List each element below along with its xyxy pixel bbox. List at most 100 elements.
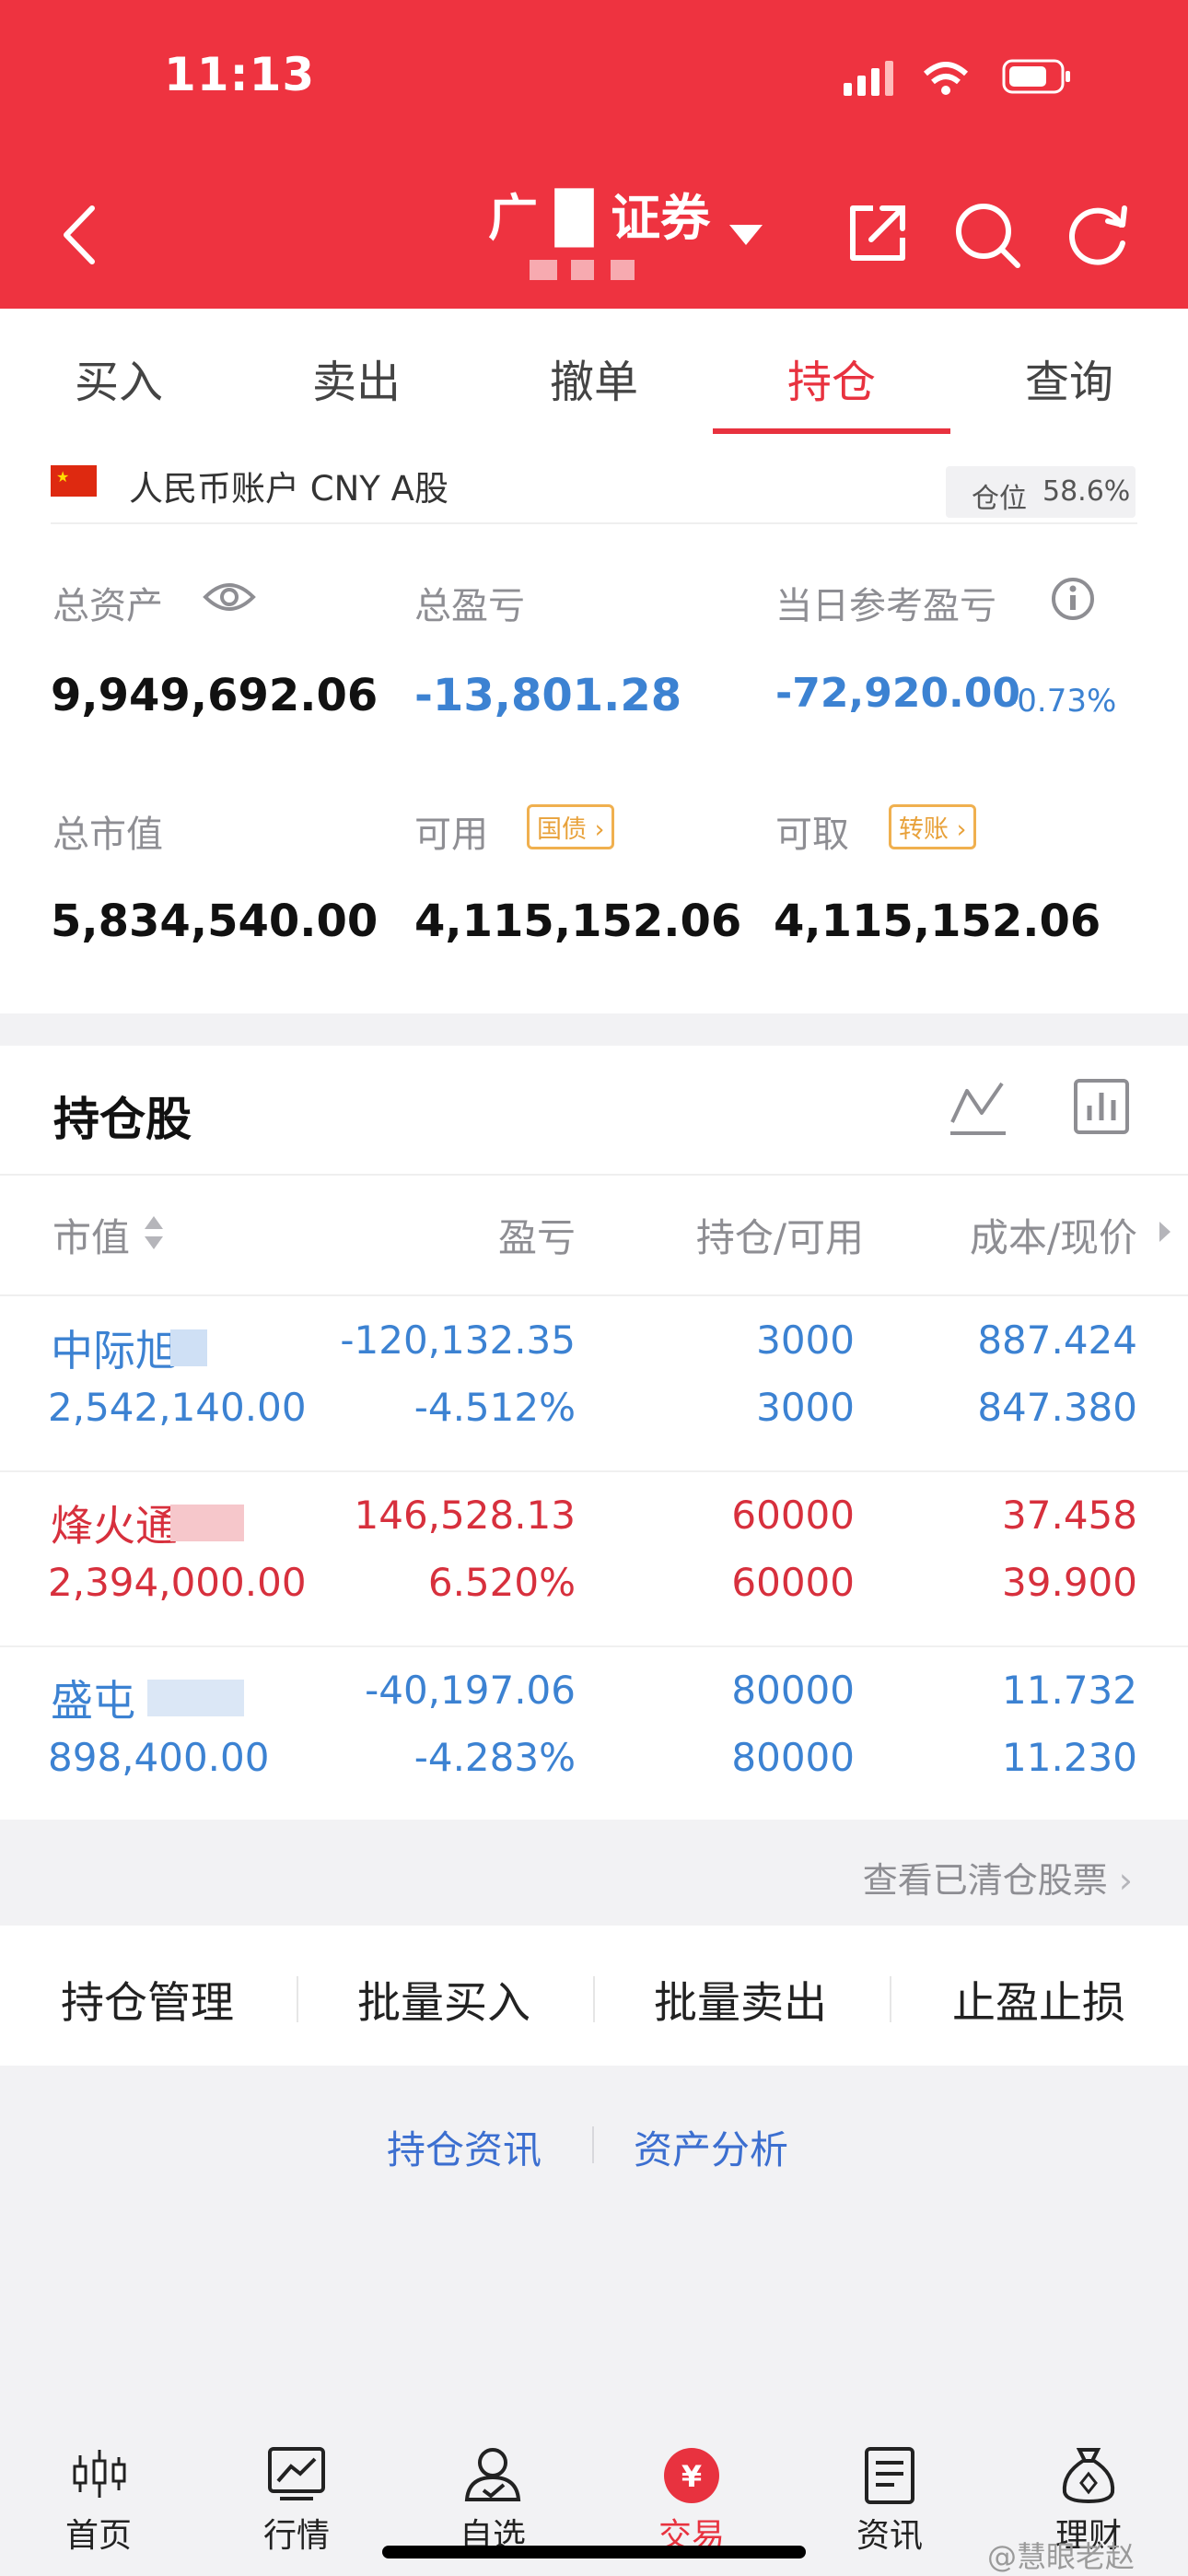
stock-market-value: 898,400.00 (48, 1735, 270, 1780)
trade-tabs: 买入 卖出 撤单 持仓 查询 (0, 309, 1188, 438)
holdings-title: 持仓股 (53, 1093, 192, 1146)
withdrawable-value: 4,115,152.06 (774, 896, 1101, 947)
stock-pnl: -120,132.35 (340, 1317, 576, 1363)
stock-position: 60000 (731, 1493, 855, 1538)
transfer-tag[interactable]: 转账 › (889, 804, 977, 849)
tab-buy[interactable]: 买入 (27, 345, 211, 410)
active-tab-indicator (713, 428, 950, 434)
total-assets-value: 9,949,692.06 (51, 670, 379, 721)
col-market-value[interactable]: 市值 (52, 1207, 130, 1263)
transfer-tag-label: 转账 (899, 815, 949, 844)
stock-available: 60000 (731, 1560, 855, 1605)
stock-cost: 887.424 (977, 1317, 1137, 1363)
stock-pnl-pct: -4.283% (413, 1735, 576, 1780)
stock-cost: 37.458 (1002, 1493, 1137, 1538)
treasury-bond-tag[interactable]: 国债 › (527, 804, 615, 849)
col-cost-price: 成本/现价 (969, 1215, 1137, 1260)
nav-news[interactable]: 资讯 (816, 2446, 963, 2566)
eye-icon[interactable] (203, 579, 256, 615)
refresh-icon[interactable] (1064, 201, 1133, 270)
masked-text (170, 1505, 244, 1541)
nav-news-label: 资讯 (856, 2517, 923, 2555)
home-candlestick-icon (73, 2450, 126, 2498)
status-icons (844, 59, 1070, 96)
stock-name: 中际旭 (51, 1326, 178, 1376)
chevron-right-icon: › (1118, 1860, 1133, 1901)
stock-price: 847.380 (977, 1385, 1137, 1430)
stock-price: 11.230 (1002, 1735, 1137, 1780)
holding-news-link[interactable]: 持仓资讯 (387, 2119, 542, 2175)
svg-text:¥: ¥ (681, 2459, 702, 2494)
divider (592, 2126, 594, 2163)
nav-market-label: 行情 (262, 2517, 330, 2555)
china-flag-icon: ★ (51, 465, 97, 497)
daily-pnl-label: 当日参考盈亏 (775, 585, 996, 627)
broker-title[interactable]: 广 █ 证券 (488, 177, 710, 250)
sort-icon[interactable] (143, 1214, 165, 1251)
withdrawable-label: 可取 (775, 814, 849, 856)
asset-analysis-link[interactable]: 资产分析 (634, 2119, 788, 2175)
nav-home[interactable]: 首页 (25, 2446, 172, 2566)
daily-pnl-pct: -0.73% (1006, 683, 1117, 720)
stock-name: 烽火通 (51, 1501, 178, 1551)
account-id-masked (530, 260, 649, 280)
chevron-right-icon[interactable] (1156, 1218, 1174, 1246)
tab-sell[interactable]: 卖出 (264, 345, 448, 410)
treasury-bond-tag-label: 国债 (537, 815, 587, 844)
tab-query[interactable]: 查询 (977, 345, 1161, 410)
chevron-down-icon[interactable] (728, 221, 764, 249)
back-icon[interactable] (57, 203, 103, 267)
home-indicator (382, 2546, 806, 2558)
stock-pnl-pct: 6.520% (427, 1560, 576, 1605)
manage-positions-button[interactable]: 持仓管理 (9, 1967, 285, 2031)
wealth-bag-icon (1062, 2448, 1115, 2504)
bar-chart-icon[interactable] (1073, 1078, 1130, 1135)
stock-name: 盛屯 (51, 1676, 135, 1726)
position-ratio-badge: 仓位 58.6% (946, 466, 1136, 518)
stock-pnl: -40,197.06 (365, 1668, 576, 1713)
position-label: 仓位 (972, 483, 1027, 515)
available-label: 可用 (414, 814, 488, 856)
batch-buy-button[interactable]: 批量买入 (306, 1967, 582, 2031)
divider (51, 522, 1137, 524)
total-pnl-label: 总盈亏 (414, 585, 525, 627)
daily-pnl-value: -72,920.00 (775, 670, 1020, 717)
status-time: 11:13 (164, 48, 316, 101)
news-doc-icon (865, 2447, 914, 2504)
col-pnl: 盈亏 (497, 1215, 576, 1260)
trade-yuan-icon: ¥ (664, 2448, 719, 2503)
holding-row[interactable]: 中际旭 2,542,140.00 -120,132.35 -4.512% 300… (0, 1297, 1188, 1472)
view-cleared-stocks-link[interactable]: 查看已清仓股票 › (792, 1852, 1133, 1903)
total-pnl-value: -13,801.28 (414, 670, 682, 721)
divider (890, 1976, 891, 2022)
info-icon[interactable] (1050, 576, 1096, 622)
account-label[interactable]: 人民币账户 CNY A股 (129, 461, 448, 510)
stock-cost: 11.732 (1002, 1668, 1137, 1713)
tab-positions[interactable]: 持仓 (740, 345, 924, 410)
stop-profit-loss-button[interactable]: 止盈止损 (901, 1967, 1177, 2031)
divider (297, 1976, 298, 2022)
stock-available: 3000 (756, 1385, 855, 1430)
nav-market[interactable]: 行情 (223, 2446, 370, 2566)
trend-chart-icon[interactable] (949, 1078, 1008, 1138)
nav-home-label: 首页 (64, 2517, 132, 2555)
view-cleared-label: 查看已清仓股票 (862, 1860, 1108, 1901)
stock-price: 39.900 (1002, 1560, 1137, 1605)
holding-row[interactable]: 盛屯 898,400.00 -40,197.06 -4.283% 80000 8… (0, 1647, 1188, 1822)
col-position: 持仓/可用 (695, 1215, 864, 1260)
watermark: @慧眼老赵 (987, 2539, 1136, 2574)
tab-cancel[interactable]: 撤单 (502, 345, 686, 410)
stock-market-value: 2,542,140.00 (48, 1385, 307, 1430)
position-value: 58.6% (1042, 475, 1131, 508)
stock-pnl: 146,528.13 (354, 1493, 576, 1538)
share-icon[interactable] (845, 201, 910, 265)
batch-sell-button[interactable]: 批量卖出 (602, 1967, 879, 2031)
stock-position: 3000 (756, 1317, 855, 1363)
masked-text (170, 1329, 207, 1366)
stock-pnl-pct: -4.512% (413, 1385, 576, 1430)
stock-market-value: 2,394,000.00 (48, 1560, 307, 1605)
holding-row[interactable]: 烽火通 2,394,000.00 146,528.13 6.520% 60000… (0, 1472, 1188, 1647)
search-icon[interactable] (953, 201, 1022, 270)
position-actions-bar: 持仓管理 批量买入 批量卖出 止盈止损 (0, 1926, 1188, 2066)
masked-text (147, 1680, 244, 1716)
